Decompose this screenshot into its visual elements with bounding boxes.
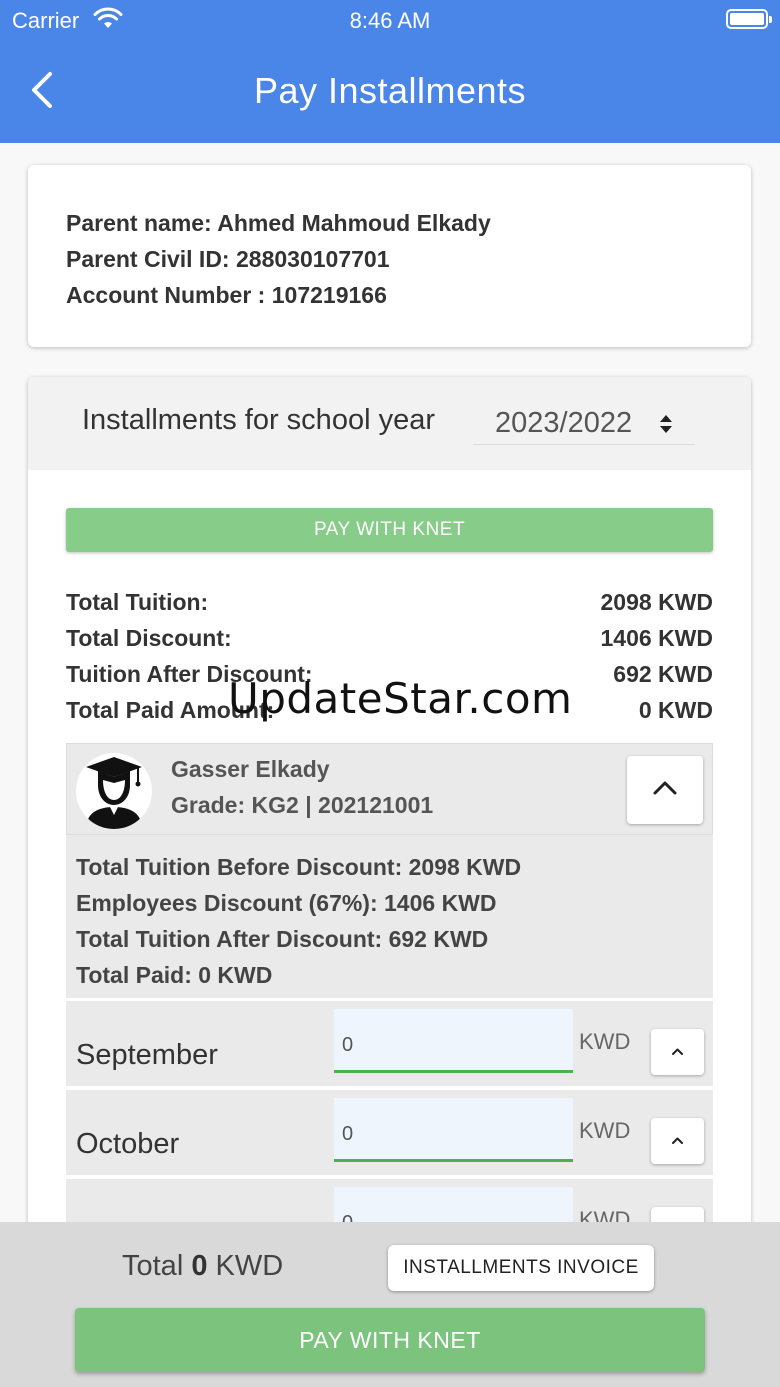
summary-before-discount: Total Tuition Before Discount: 2098 KWD <box>76 854 522 880</box>
chevron-up-icon <box>653 781 677 795</box>
currency-label: KWD <box>579 1118 631 1143</box>
pay-knet-button-bottom[interactable]: PAY WITH KNET <box>75 1308 705 1372</box>
month-name: October <box>76 1128 180 1160</box>
month-row-october: October KWD <box>66 1089 713 1175</box>
page-title: Pay Installments <box>253 70 527 111</box>
month-name: September <box>76 1039 218 1071</box>
expand-month-button[interactable] <box>651 1029 704 1075</box>
navigation-bar: Carrier 8:46 AM Pay Installments <box>0 0 780 143</box>
expand-month-button[interactable] <box>651 1118 704 1164</box>
total-discount-row: Total Discount: 1406 KWD <box>66 625 713 661</box>
student-avatar-icon <box>76 753 152 829</box>
selected-year: 2023/2022 <box>495 407 633 439</box>
installments-card: Installments for school year 2023/2022 P… <box>28 377 751 1277</box>
battery-icon <box>726 9 772 29</box>
total-tuition-row: Total Tuition: 2098 KWD <box>66 589 713 625</box>
student-grade: Grade: KG2 | 202121001 <box>171 792 434 818</box>
footer-total: Total 0 KWD <box>122 1250 283 1283</box>
chevron-up-icon <box>672 1137 683 1144</box>
total-discount-label: Total Discount: <box>66 625 232 651</box>
footer-total-amount: 0 <box>191 1250 208 1282</box>
summary-total-paid: Total Paid: 0 KWD <box>76 962 273 988</box>
school-year-label: Installments for school year <box>82 404 435 436</box>
bottom-action-bar: Total 0 KWD INSTALLMENTS INVOICE PAY WIT… <box>0 1222 780 1387</box>
student-summary: Total Tuition Before Discount: 2098 KWD … <box>66 835 713 998</box>
total-tuition-value: 2098 KWD <box>600 589 713 615</box>
school-year-header: Installments for school year 2023/2022 <box>28 377 751 470</box>
summary-after-discount: Total Tuition After Discount: 692 KWD <box>76 926 489 952</box>
amount-input[interactable] <box>334 1098 573 1162</box>
student-name: Gasser Elkady <box>171 756 330 782</box>
parent-name: Parent name: Ahmed Mahmoud Elkady <box>66 210 491 236</box>
total-tuition-label: Total Tuition: <box>66 589 209 615</box>
student-header: Gasser Elkady Grade: KG2 | 202121001 <box>66 743 713 835</box>
parent-civil-id: Parent Civil ID: 288030107701 <box>66 246 390 272</box>
amount-input[interactable] <box>334 1009 573 1073</box>
total-discount-value: 1406 KWD <box>600 625 713 651</box>
watermark-text: UpdateStar.com <box>228 674 573 723</box>
account-number: Account Number : 107219166 <box>66 282 387 308</box>
currency-label: KWD <box>579 1029 631 1054</box>
tuition-after-discount-value: 692 KWD <box>613 661 713 687</box>
total-paid-value: 0 KWD <box>638 697 713 723</box>
status-time: 8:46 AM <box>349 8 431 33</box>
school-year-select[interactable]: 2023/2022 <box>473 405 695 445</box>
installments-invoice-button[interactable]: INSTALLMENTS INVOICE <box>388 1245 654 1291</box>
footer-total-prefix: Total <box>122 1250 184 1282</box>
pay-knet-button-top[interactable]: PAY WITH KNET <box>66 508 713 552</box>
footer-total-currency: KWD <box>215 1250 284 1282</box>
month-row-september: September KWD <box>66 1000 713 1086</box>
sort-arrows-icon <box>660 415 672 433</box>
parent-info-card: Parent name: Ahmed Mahmoud Elkady Parent… <box>28 165 751 347</box>
chevron-up-icon <box>672 1048 683 1055</box>
summary-employee-discount: Employees Discount (67%): 1406 KWD <box>76 890 497 916</box>
collapse-student-button[interactable] <box>627 756 703 824</box>
